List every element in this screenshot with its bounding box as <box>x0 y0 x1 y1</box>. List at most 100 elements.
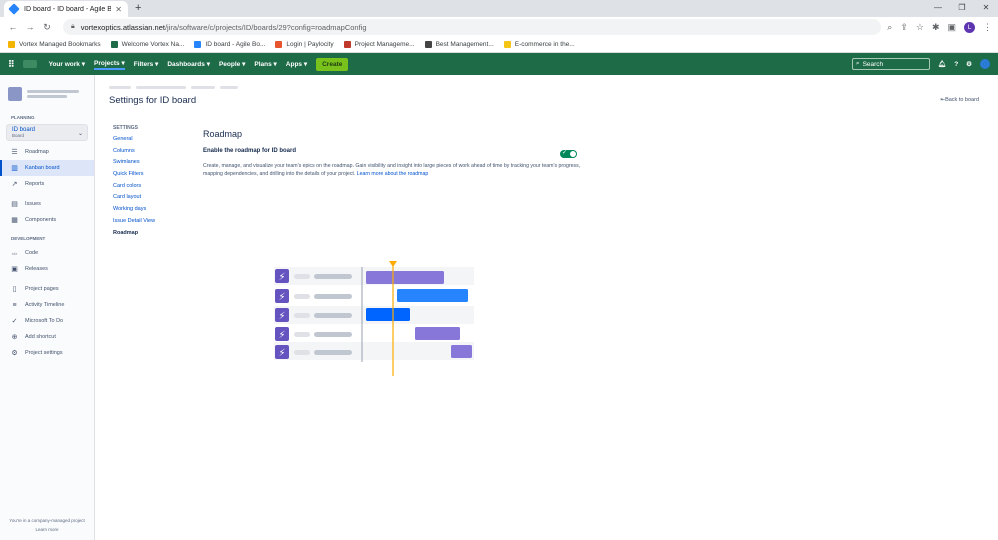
zoom-icon[interactable]: ⌕ <box>887 22 892 33</box>
browser-tab[interactable]: ID board - ID board - Agile Boa ✕ <box>4 1 128 17</box>
notifications-icon[interactable]: 🔔︎ <box>938 60 946 68</box>
settings-nav-columns[interactable]: Columns <box>113 148 155 160</box>
sidebar-item-label: Activity Timeline <box>25 302 65 308</box>
bookmark-label: ID board - Agile Bo... <box>205 41 266 48</box>
restore-icon[interactable]: ❐ <box>950 0 974 15</box>
extensions-icon[interactable]: ✱ <box>932 22 940 33</box>
bookmark-favicon-icon <box>8 41 15 48</box>
address-bar[interactable]: 🔒︎ vortexoptics.atlassian.net/jira/softw… <box>63 19 882 35</box>
settings-nav-working-days[interactable]: Working days <box>113 206 155 218</box>
bookmark-item[interactable]: Login | Paylocity <box>275 41 334 48</box>
settings-nav-roadmap[interactable]: Roadmap <box>113 230 155 242</box>
todo-icon: ✓ <box>11 318 18 325</box>
sidebar-item-kanban-board[interactable]: ▥ Kanban board <box>0 160 94 176</box>
profile-avatar[interactable]: L <box>964 21 975 33</box>
top-nav-label: Dashboards <box>167 61 205 68</box>
chevron-down-icon: ▾ <box>119 59 125 67</box>
settings-gear-icon[interactable]: ⚙ <box>966 60 972 68</box>
chevron-down-icon: ▾ <box>79 61 85 68</box>
back-to-board-link[interactable]: ⇤Back to board <box>940 97 979 103</box>
issues-icon: ▤ <box>11 201 18 208</box>
sidebar-item-project-pages[interactable]: ▯ Project pages <box>0 281 94 297</box>
project-header[interactable] <box>0 75 94 111</box>
settings-nav-issue-detail-view[interactable]: Issue Detail View <box>113 218 155 230</box>
sidebar-item-releases[interactable]: ▣ Releases <box>0 261 94 277</box>
bookmarks-bar: Vortex Managed Bookmarks Welcome Vortex N… <box>0 37 998 53</box>
app-switcher-icon[interactable]: ⠿ <box>8 59 15 70</box>
bookmark-favicon-icon <box>343 41 351 48</box>
share-icon[interactable]: ⇪ <box>900 22 908 33</box>
top-nav-your-work[interactable]: Your work ▾ <box>49 60 85 68</box>
sidebar-item-activity-timeline[interactable]: ≡ Activity Timeline <box>0 297 94 313</box>
browser-tab-strip: ID board - ID board - Agile Boa ✕ + — ❐ … <box>0 0 998 17</box>
user-avatar[interactable] <box>980 59 990 69</box>
settings-nav-card-colors[interactable]: Card colors <box>113 183 155 195</box>
create-button[interactable]: Create <box>316 57 349 71</box>
enable-roadmap-toggle[interactable]: ✓ <box>560 150 577 158</box>
board-selector[interactable]: ID board Board ⌄ <box>6 124 88 141</box>
learn-more-roadmap-link[interactable]: Learn more about the roadmap <box>357 171 429 177</box>
sidebar-item-issues[interactable]: ▤ Issues <box>0 196 94 212</box>
bookmark-favicon-icon <box>275 41 283 48</box>
svg-text:⚡︎: ⚡︎ <box>278 348 285 359</box>
sidebar-item-code[interactable]: </> Code <box>0 245 94 261</box>
project-name-blurred <box>27 88 82 100</box>
settings-nav-swimlanes[interactable]: Swimlanes <box>113 159 155 171</box>
sidebar-item-microsoft-to-do[interactable]: ✓ Microsoft To Do <box>0 313 94 329</box>
breadcrumb <box>109 86 238 89</box>
help-icon[interactable]: ? <box>954 61 958 68</box>
bookmark-item[interactable]: E-commerce in the... <box>503 41 575 48</box>
back-arrow-icon[interactable]: ← <box>6 22 20 32</box>
settings-icon: ⚙ <box>11 350 18 357</box>
top-nav-projects[interactable]: Projects ▾ <box>93 59 125 70</box>
reports-icon: ↗ <box>11 181 18 188</box>
close-tab-icon[interactable]: ✕ <box>115 5 122 14</box>
timeline-icon: ≡ <box>12 301 17 309</box>
learn-more-link[interactable]: Learn more <box>0 525 94 534</box>
planning-heading: PLANNING <box>11 115 35 120</box>
svg-text:⚡︎: ⚡︎ <box>278 272 285 283</box>
bookmark-item[interactable]: ID board - Agile Bo... <box>194 41 265 48</box>
close-window-icon[interactable]: ✕ <box>974 0 998 15</box>
page-title: Settings for ID board <box>109 95 197 106</box>
sidebar-item-add-shortcut[interactable]: ⊕ Add shortcut <box>0 329 94 345</box>
roadmap-description: Create, manage, and visualize your team'… <box>203 163 581 178</box>
kanban-icon: ▥ <box>11 165 18 172</box>
project-avatar <box>8 87 22 101</box>
settings-nav-card-layout[interactable]: Card layout <box>113 194 155 206</box>
settings-nav-general[interactable]: General <box>113 136 155 148</box>
epic-icons: ⚡︎ ⚡︎ ⚡︎ ⚡︎ ⚡︎ <box>275 269 289 359</box>
site-logo[interactable] <box>22 60 37 68</box>
bookmark-favicon-icon <box>503 41 511 48</box>
top-nav-items: Your work ▾ Projects ▾ Filters ▾ Dashboards… <box>49 59 307 70</box>
top-nav-filters[interactable]: Filters ▾ <box>134 60 159 68</box>
search-input[interactable]: ⌕ Search <box>851 58 930 70</box>
menu-dots-icon[interactable]: ⋮ <box>983 22 992 33</box>
sidebar-item-components[interactable]: ▦ Components <box>0 212 94 228</box>
search-icon: ⌕ <box>855 60 860 67</box>
bookmark-item[interactable]: Welcome Vortex Na... <box>110 41 184 48</box>
new-tab-icon[interactable]: + <box>135 2 141 14</box>
sidebar-footer: You're in a company-managed project Lear… <box>0 516 94 534</box>
browser-actions: ⌕ ⇪ ☆ ✱ ▣ L ⋮ <box>887 21 992 33</box>
sidebar-item-roadmap[interactable]: ☰ Roadmap <box>0 144 94 160</box>
forward-arrow-icon[interactable]: → <box>23 22 37 32</box>
chevron-down-icon: ▾ <box>302 61 308 68</box>
sidebar-item-project-settings[interactable]: ⚙ Project settings <box>0 345 94 361</box>
minimize-icon[interactable]: — <box>926 0 950 15</box>
sidebar-item-label: Releases <box>25 266 48 272</box>
bookmark-item[interactable]: Project Manageme... <box>343 41 415 48</box>
side-panel-icon[interactable]: ▣ <box>947 22 956 33</box>
sidebar-item-reports[interactable]: ↗ Reports <box>0 176 94 192</box>
top-nav-people[interactable]: People ▾ <box>219 60 245 68</box>
settings-nav-quick-filters[interactable]: Quick Filters <box>113 171 155 183</box>
lock-icon[interactable]: 🔒︎ <box>71 23 75 31</box>
bookmark-star-icon[interactable]: ☆ <box>916 22 924 33</box>
bookmark-item[interactable]: Vortex Managed Bookmarks <box>8 41 101 48</box>
bookmark-item[interactable]: Best Management... <box>424 41 494 48</box>
top-nav-plans[interactable]: Plans ▾ <box>254 60 276 68</box>
roadmap-settings: Roadmap Enable the roadmap for ID board … <box>203 129 583 178</box>
top-nav-apps[interactable]: Apps ▾ <box>286 60 307 68</box>
reload-icon[interactable]: ↻ <box>40 22 54 33</box>
top-nav-dashboards[interactable]: Dashboards ▾ <box>167 60 210 68</box>
